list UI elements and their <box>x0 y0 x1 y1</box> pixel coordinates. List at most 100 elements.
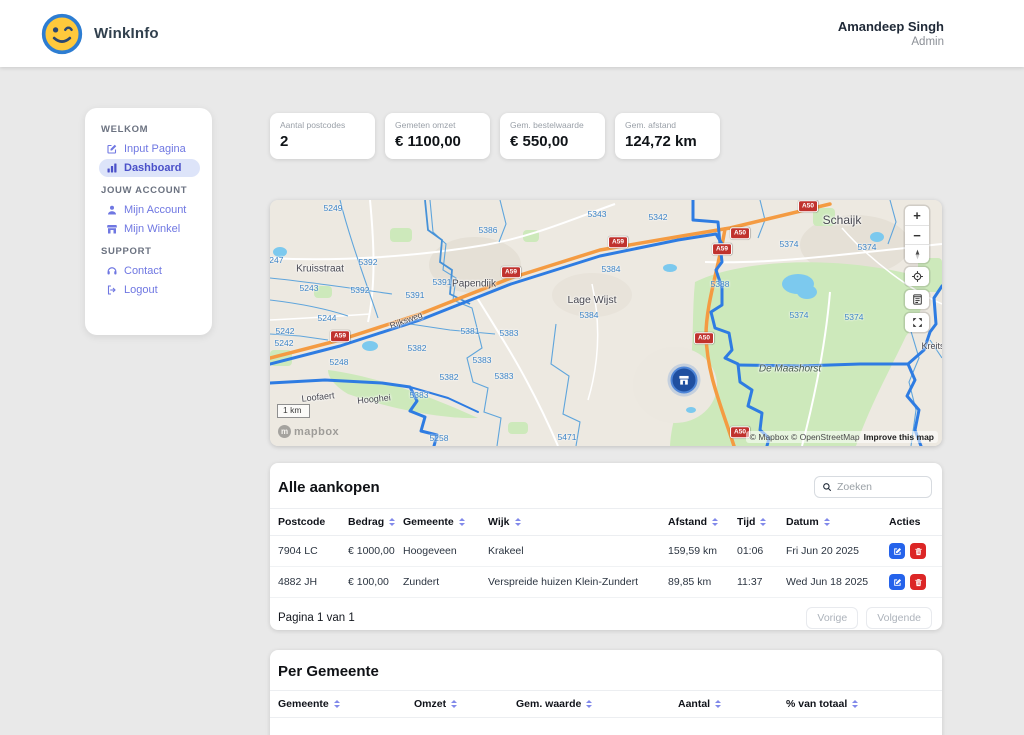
zoom-out-button[interactable]: − <box>905 225 929 244</box>
map-postcode-label: 5342 <box>649 212 668 222</box>
map-postcode-label: 5391 <box>406 290 425 300</box>
column-header-bedrag[interactable]: Bedrag <box>344 509 399 536</box>
map-postcode-label: 5382 <box>440 372 459 382</box>
map-postcode-label: 5249 <box>324 203 343 213</box>
column-header-tijd[interactable]: Tijd <box>733 509 782 536</box>
ledger-icon <box>911 293 924 306</box>
sidebar-item-dashboard[interactable]: Dashboard <box>99 159 200 177</box>
column-header-gemeente[interactable]: Gemeente <box>270 691 410 718</box>
headset-icon <box>106 265 118 277</box>
delete-button[interactable] <box>910 543 926 559</box>
column-header-wijk[interactable]: Wijk <box>484 509 664 536</box>
compass-button[interactable] <box>905 244 929 263</box>
sidebar-item-contact[interactable]: Contact <box>99 262 200 280</box>
column-header--van-totaal[interactable]: % van totaal <box>782 691 942 718</box>
search-input[interactable] <box>837 481 924 493</box>
sort-icon <box>334 700 340 708</box>
store-icon <box>106 223 118 235</box>
winking-smiley-icon <box>40 12 84 56</box>
sidebar-item-logout[interactable]: Logout <box>99 281 200 299</box>
sort-icon <box>760 518 766 526</box>
stat-label: Gem. afstand <box>625 120 710 130</box>
sort-icon <box>389 518 395 526</box>
column-header-omzet[interactable]: Omzet <box>410 691 512 718</box>
store-marker[interactable] <box>671 367 698 394</box>
search-box[interactable] <box>814 476 932 498</box>
map[interactable]: 5249534353425386524753925391524353925391… <box>270 200 942 446</box>
user-role: Admin <box>838 36 944 48</box>
column-header-aantal[interactable]: Aantal <box>674 691 782 718</box>
road-shield: A50 <box>798 200 818 212</box>
map-postcode-label: 5374 <box>790 310 809 320</box>
map-postcode-label: 5383 <box>500 328 519 338</box>
geolocate-button[interactable] <box>905 267 929 286</box>
delete-button[interactable] <box>910 574 926 590</box>
zoom-in-button[interactable]: + <box>905 206 929 225</box>
map-controls: + − <box>905 206 929 332</box>
sort-icon <box>586 700 592 708</box>
sort-icon <box>824 518 830 526</box>
map-postcode-label: 5384 <box>580 310 599 320</box>
fullscreen-button[interactable] <box>905 313 929 332</box>
stat-label: Aantal postcodes <box>280 120 365 130</box>
column-header-gemeente[interactable]: Gemeente <box>399 509 484 536</box>
per-gemeente-table: GemeenteOmzetGem. waardeAantal% van tota… <box>270 690 942 718</box>
map-place-label: Rijksweg <box>388 309 423 330</box>
map-place-label: Loofaert <box>301 390 335 403</box>
map-place-label: De Maashorst <box>759 364 821 375</box>
map-postcode-label: 5383 <box>410 390 429 400</box>
map-labels: 5249534353425386524753925391524353925391… <box>270 200 942 446</box>
map-postcode-label: 5242 <box>275 338 294 348</box>
previous-page-button[interactable]: Vorige <box>806 607 858 629</box>
sidebar-item-label: Contact <box>124 265 162 277</box>
map-style-button[interactable] <box>905 290 929 309</box>
sidebar-item-input-pagina[interactable]: Input Pagina <box>99 140 200 158</box>
stat-label: Gemeten omzet <box>395 120 480 130</box>
sidebar: WELKOMInput PaginaDashboardJOUW ACCOUNTM… <box>85 108 212 335</box>
improve-map-link[interactable]: Improve this map <box>864 432 934 442</box>
column-header-datum[interactable]: Datum <box>782 509 885 536</box>
edit-icon <box>106 143 118 155</box>
road-shield: A59 <box>608 236 628 248</box>
pagination: Vorige Volgende <box>806 607 932 629</box>
stat-value: € 550,00 <box>510 133 595 150</box>
column-header-gem-waarde[interactable]: Gem. waarde <box>512 691 674 718</box>
road-shield: A59 <box>501 266 521 278</box>
cell-acties <box>885 536 942 567</box>
map-postcode-label: 5242 <box>276 326 295 336</box>
map-postcode-label: 5374 <box>780 239 799 249</box>
map-postcode-label: 5471 <box>558 432 577 442</box>
map-place-label: Kruisstraat <box>296 264 344 275</box>
map-postcode-label: 5243 <box>300 283 319 293</box>
map-place-label: Hooghei <box>357 392 391 405</box>
sort-icon <box>515 518 521 526</box>
edit-button[interactable] <box>889 543 905 559</box>
cell-tijd: 11:37 <box>733 567 782 598</box>
stats-row: Aantal postcodes2Gemeten omzet€ 1100,00G… <box>270 113 720 159</box>
per-gemeente-card: Per Gemeente GemeenteOmzetGem. waardeAan… <box>270 650 942 735</box>
column-header-afstand[interactable]: Afstand <box>664 509 733 536</box>
sidebar-item-label: Input Pagina <box>124 143 186 155</box>
map-place-label: Papendijk <box>452 279 496 290</box>
table-row: 4882 JH€ 100,00ZundertVerspreide huizen … <box>270 567 942 598</box>
edit-button[interactable] <box>889 574 905 590</box>
map-postcode-label: 5374 <box>858 242 877 252</box>
road-shield: A50 <box>694 332 714 344</box>
sidebar-section-title: WELKOM <box>101 124 200 135</box>
map-scale-label: 1 km <box>283 405 301 415</box>
map-postcode-label: 5392 <box>359 257 378 267</box>
app: WinkInfo Amandeep Singh Admin WELKOMInpu… <box>0 0 1024 735</box>
user-icon <box>106 204 118 216</box>
column-header-acties: Acties <box>885 509 942 536</box>
search-icon <box>822 482 832 492</box>
sidebar-item-mijn-winkel[interactable]: Mijn Winkel <box>99 220 200 238</box>
cell-gemeente: Hoogeveen <box>399 536 484 567</box>
sidebar-item-mijn-account[interactable]: Mijn Account <box>99 201 200 219</box>
map-postcode-label: 5381 <box>461 326 480 336</box>
sort-icon <box>712 518 718 526</box>
next-page-button[interactable]: Volgende <box>866 607 932 629</box>
map-attribution: © Mapbox © OpenStreetMap Improve this ma… <box>746 431 938 443</box>
attribution-text: © Mapbox © OpenStreetMap <box>750 432 860 442</box>
stat-card-gemeten-omzet: Gemeten omzet€ 1100,00 <box>385 113 490 159</box>
stat-card-gem-afstand: Gem. afstand124,72 km <box>615 113 720 159</box>
